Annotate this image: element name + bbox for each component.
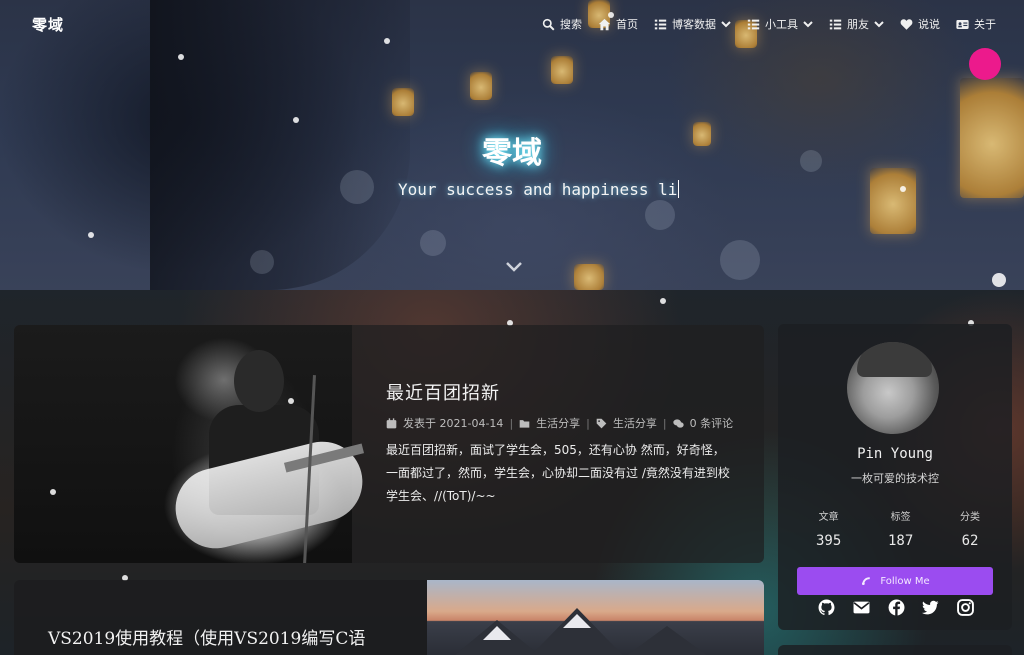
- scroll-down-icon[interactable]: [505, 260, 523, 274]
- follow-me-label: Follow Me: [880, 575, 930, 587]
- stat-label: 文章: [818, 512, 839, 523]
- list-icon: [747, 19, 760, 29]
- search-icon: [542, 18, 555, 30]
- nav-item-search[interactable]: 搜索: [542, 16, 582, 32]
- avatar[interactable]: [847, 342, 939, 434]
- snow-particle: [900, 186, 906, 192]
- calendar-icon: [386, 417, 397, 428]
- avatar-hair: [857, 342, 932, 377]
- snow-particle: [293, 117, 299, 123]
- bokeh-decoration: [720, 240, 760, 280]
- chevron-down-icon: [874, 21, 884, 28]
- post-category[interactable]: 生活分享: [536, 415, 580, 431]
- snow-particle: [660, 298, 666, 304]
- nav-item-home[interactable]: 首页: [598, 16, 638, 32]
- bokeh-decoration: [420, 230, 446, 256]
- email-icon[interactable]: [853, 599, 870, 616]
- twitter-icon[interactable]: [922, 599, 939, 616]
- folder-icon: [519, 419, 530, 428]
- top-navbar: 零域 搜索 首页 博客数据 小工具 朋友 说说 关于: [0, 0, 1024, 50]
- snow-particle: [178, 54, 184, 60]
- list-icon: [829, 19, 842, 29]
- heart-icon: [900, 18, 913, 30]
- nav-item-label: 首页: [616, 18, 638, 31]
- follow-me-button[interactable]: Follow Me: [797, 567, 993, 595]
- post-date: 发表于 2021-04-14: [403, 417, 504, 430]
- nav-item-talks[interactable]: 说说: [900, 16, 940, 32]
- meta-separator: |: [509, 416, 514, 430]
- instagram-icon[interactable]: [957, 599, 974, 616]
- nav-item-blog-data[interactable]: 博客数据: [654, 16, 731, 32]
- nav-item-tools[interactable]: 小工具: [747, 16, 813, 32]
- bilibili-icon: [862, 577, 871, 585]
- post-card[interactable]: 最近百团招新 发表于 2021-04-14 | 生活分享 | 生活分享 | 0 …: [14, 325, 764, 563]
- hero-title: 零域: [482, 136, 542, 171]
- nav-menu: 搜索 首页 博客数据 小工具 朋友 说说 关于: [542, 16, 996, 32]
- tag-icon: [596, 418, 607, 428]
- stat-label: 分类: [960, 512, 980, 523]
- id-card-icon: [956, 19, 969, 29]
- social-links: [818, 599, 974, 616]
- post-tag[interactable]: 生活分享: [613, 415, 657, 431]
- thumbnail-snowcap: [483, 626, 511, 640]
- github-icon[interactable]: [818, 599, 835, 616]
- bokeh-decoration: [645, 200, 675, 230]
- chevron-down-icon: [721, 21, 731, 28]
- author-tagline: 一枚可爱的技术控: [851, 472, 939, 485]
- nav-item-label: 搜索: [560, 18, 582, 31]
- post-title[interactable]: VS2019使用教程（使用VS2019编写C语: [48, 624, 365, 649]
- author-name: Pin Young: [857, 446, 933, 462]
- post-meta: 发表于 2021-04-14 | 生活分享 | 生活分享 | 0 条评论: [386, 415, 733, 431]
- stat-articles[interactable]: 文章 395: [816, 508, 841, 549]
- hero-typed-subtitle: Your success and happiness li: [398, 180, 680, 199]
- site-brand[interactable]: 零域: [32, 14, 64, 35]
- snow-particle: [50, 489, 56, 495]
- stat-categories[interactable]: 分类 62: [960, 508, 980, 549]
- post-thumbnail[interactable]: [427, 580, 764, 655]
- stat-value: 62: [961, 533, 979, 549]
- bokeh-decoration: [340, 170, 374, 204]
- post-excerpt: 最近百团招新，面试了学生会，505，还有心协 然而，好奇怪，一面都过了，然而，学…: [386, 443, 730, 503]
- stat-tags[interactable]: 标签 187: [888, 508, 913, 549]
- meta-separator: |: [662, 416, 667, 430]
- bokeh-decoration: [250, 250, 274, 274]
- post-card[interactable]: VS2019使用教程（使用VS2019编写C语: [14, 580, 764, 655]
- thumbnail-figure: [234, 350, 284, 412]
- snow-particle: [88, 232, 94, 238]
- nav-item-about[interactable]: 关于: [956, 16, 996, 32]
- nav-item-label: 小工具: [765, 18, 798, 31]
- post-title[interactable]: 最近百团招新: [386, 379, 500, 405]
- post-thumbnail[interactable]: [14, 325, 371, 563]
- nav-item-label: 关于: [974, 18, 996, 31]
- lantern-decoration: [551, 56, 573, 84]
- facebook-icon[interactable]: [888, 599, 905, 616]
- lantern-decoration: [470, 72, 492, 100]
- author-stats: 文章 395 标签 187 分类 62: [778, 508, 1012, 549]
- lantern-decoration: [392, 88, 414, 116]
- snow-particle: [992, 273, 1006, 287]
- nav-item-friends[interactable]: 朋友: [829, 16, 884, 32]
- comments-icon: [672, 418, 684, 428]
- lantern-decoration: [870, 168, 916, 234]
- thumbnail-mountain: [607, 626, 727, 655]
- post-comments[interactable]: 0 条评论: [690, 415, 734, 431]
- nav-item-label: 说说: [918, 18, 940, 31]
- sidebar-widget: [778, 645, 1012, 655]
- meta-separator: |: [586, 416, 590, 430]
- snow-particle: [288, 398, 294, 404]
- author-card: Pin Young 一枚可爱的技术控 文章 395 标签 187 分类 62 F…: [778, 324, 1012, 630]
- home-icon: [598, 18, 611, 30]
- chevron-down-icon: [803, 21, 813, 28]
- stat-label: 标签: [890, 512, 911, 523]
- stat-value: 187: [888, 533, 914, 549]
- nav-item-label: 朋友: [847, 18, 869, 31]
- list-icon: [654, 19, 667, 29]
- nav-item-label: 博客数据: [672, 18, 716, 31]
- floating-action-button[interactable]: [969, 48, 1001, 80]
- thumbnail-snowcap: [563, 614, 591, 628]
- typing-caret: [678, 180, 680, 198]
- stat-value: 395: [816, 533, 842, 549]
- lantern-decoration: [574, 264, 604, 290]
